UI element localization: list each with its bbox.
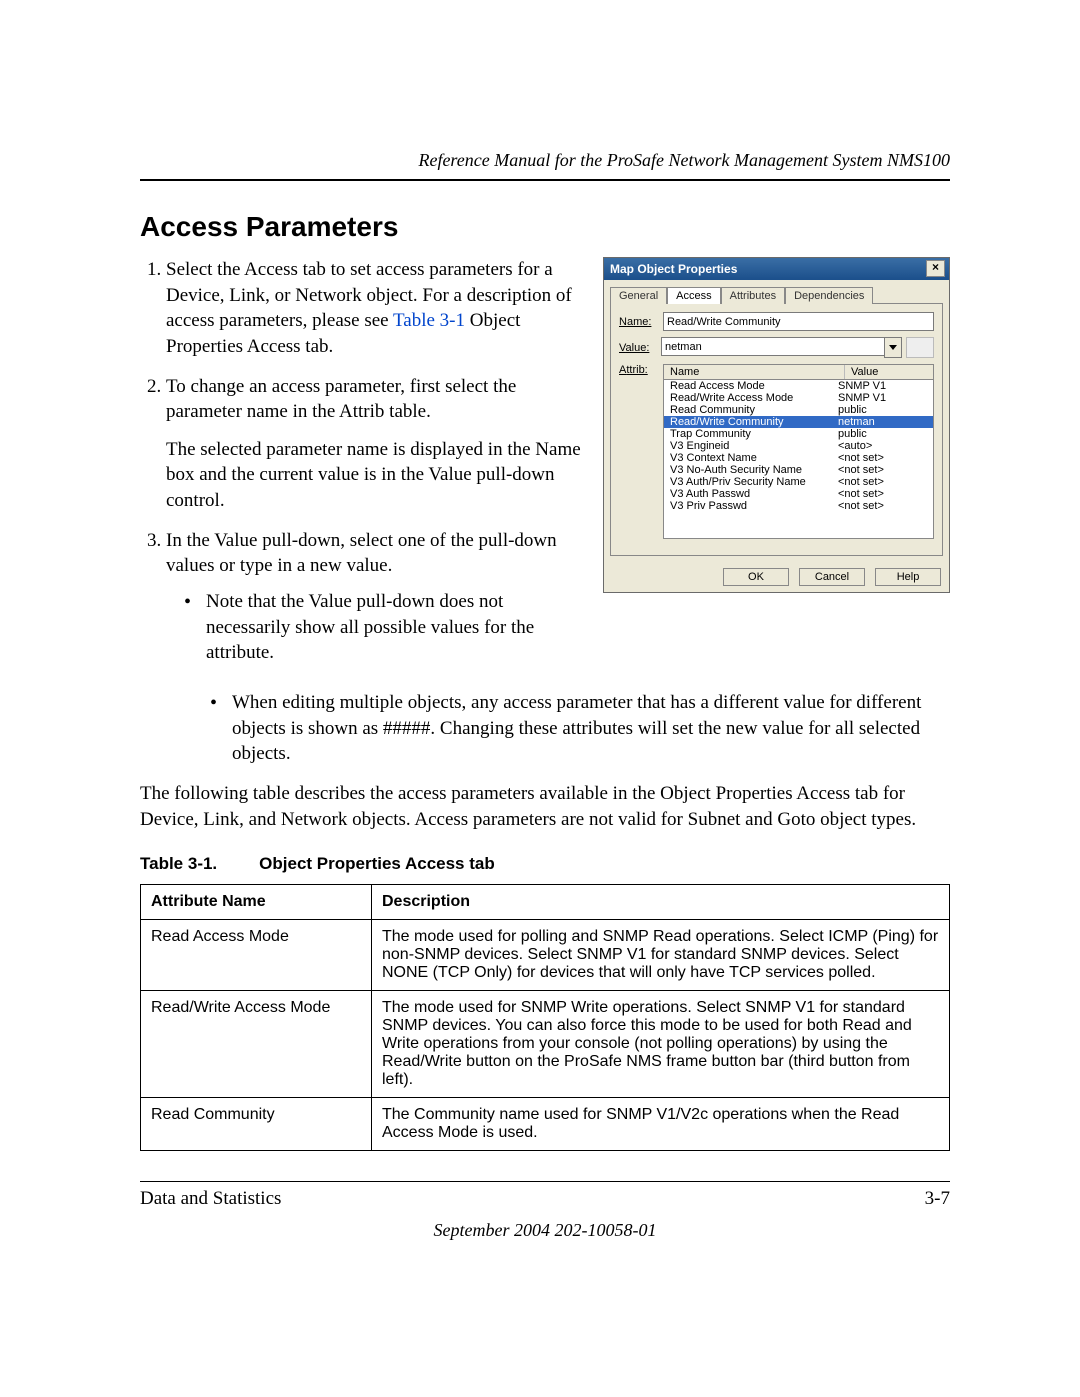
step-3-text: In the Value pull-down, select one of th… — [166, 530, 557, 577]
attrib-row[interactable]: Read Communitypublic — [664, 404, 933, 416]
attrib-row-name: V3 No-Auth Security Name — [670, 464, 838, 476]
attrib-row-value: public — [838, 428, 867, 440]
value-label: Value: — [619, 342, 657, 354]
dialog-tabs: General Access Attributes Dependencies — [604, 280, 949, 303]
table-header-desc: Description — [372, 885, 950, 920]
table-cell-name: Read/Write Access Mode — [141, 991, 372, 1098]
help-button[interactable]: Help — [875, 568, 941, 586]
attrib-row-name: Read/Write Community — [670, 416, 838, 428]
step-2-extra: The selected parameter name is displayed… — [166, 437, 581, 514]
chevron-down-icon — [889, 345, 897, 350]
footer-docline: September 2004 202-10058-01 — [140, 1220, 950, 1241]
table-caption-title: Object Properties Access tab — [259, 854, 495, 873]
step-2: To change an access parameter, first sel… — [166, 374, 581, 514]
attrib-row[interactable]: Read Access ModeSNMP V1 — [664, 380, 933, 392]
attrib-label: Attrib: — [619, 364, 657, 376]
table-header-name: Attribute Name — [141, 885, 372, 920]
attrib-list-header: Name Value — [663, 364, 934, 380]
attrib-row-value: <not set> — [838, 452, 884, 464]
attrib-row[interactable]: V3 Auth/Priv Security Name<not set> — [664, 476, 933, 488]
name-label: Name: — [619, 316, 657, 328]
name-field[interactable]: Read/Write Community — [663, 312, 934, 331]
footer-rule — [140, 1181, 950, 1182]
step-2-text: To change an access parameter, first sel… — [166, 376, 516, 423]
tab-dependencies[interactable]: Dependencies — [785, 287, 873, 304]
dialog-title: Map Object Properties — [610, 262, 737, 276]
attrib-row-value: public — [838, 404, 867, 416]
cancel-button[interactable]: Cancel — [799, 568, 865, 586]
attrib-row[interactable]: V3 Engineid<auto> — [664, 440, 933, 452]
attrib-row-value: netman — [838, 416, 875, 428]
value-field[interactable]: netman — [661, 337, 884, 356]
attrib-list[interactable]: Read Access ModeSNMP V1Read/Write Access… — [663, 380, 934, 539]
attrib-row[interactable]: Trap Communitypublic — [664, 428, 933, 440]
table-row: Read Access ModeThe mode used for pollin… — [141, 920, 950, 991]
table-caption-num: Table 3-1. — [140, 854, 217, 873]
attrib-row[interactable]: V3 No-Auth Security Name<not set> — [664, 464, 933, 476]
tab-attributes[interactable]: Attributes — [721, 287, 785, 304]
step-1: Select the Access tab to set access para… — [166, 257, 581, 360]
table-row: Read CommunityThe Community name used fo… — [141, 1098, 950, 1151]
header-rule — [140, 179, 950, 181]
table-row: Read/Write Access ModeThe mode used for … — [141, 991, 950, 1098]
dialog-titlebar: Map Object Properties × — [604, 258, 949, 280]
tab-general[interactable]: General — [610, 287, 667, 304]
attrib-row[interactable]: Read/Write Communitynetman — [664, 416, 933, 428]
attrib-row-name: Read Access Mode — [670, 380, 838, 392]
attrib-row-value: SNMP V1 — [838, 392, 886, 404]
tab-access[interactable]: Access — [667, 287, 720, 304]
running-head: Reference Manual for the ProSafe Network… — [140, 150, 950, 171]
attrib-row-name: V3 Priv Passwd — [670, 500, 838, 512]
attrib-row-value: <auto> — [838, 440, 872, 452]
attrib-row[interactable]: V3 Priv Passwd<not set> — [664, 500, 933, 512]
attrib-row-name: V3 Engineid — [670, 440, 838, 452]
value-aux-button[interactable] — [906, 337, 934, 358]
footer-right: 3-7 — [925, 1188, 950, 1210]
table-caption: Table 3-1. Object Properties Access tab — [140, 854, 950, 874]
attrib-row-value: <not set> — [838, 488, 884, 500]
table-cell-desc: The mode used for polling and SNMP Read … — [372, 920, 950, 991]
table-cell-name: Read Access Mode — [141, 920, 372, 991]
close-icon[interactable]: × — [926, 260, 945, 277]
attrib-header-value: Value — [845, 365, 933, 379]
attrib-row-name: V3 Auth/Priv Security Name — [670, 476, 838, 488]
footer-row: Data and Statistics 3-7 — [140, 1188, 950, 1210]
table-cell-desc: The mode used for SNMP Write operations.… — [372, 991, 950, 1098]
attrib-row-name: Trap Community — [670, 428, 838, 440]
step-3: In the Value pull-down, select one of th… — [166, 528, 581, 666]
map-object-properties-dialog: Map Object Properties × General Access A… — [603, 257, 950, 593]
access-panel: Name: Read/Write Community Value: netman… — [610, 303, 943, 556]
table-cell-name: Read Community — [141, 1098, 372, 1151]
section-title: Access Parameters — [140, 211, 950, 243]
object-properties-table: Attribute Name Description Read Access M… — [140, 884, 950, 1151]
attrib-row-name: Read/Write Access Mode — [670, 392, 838, 404]
attrib-row[interactable]: Read/Write Access ModeSNMP V1 — [664, 392, 933, 404]
bullet-2: When editing multiple objects, any acces… — [210, 690, 950, 767]
attrib-row-value: <not set> — [838, 476, 884, 488]
table-3-1-link[interactable]: Table 3-1 — [393, 310, 465, 331]
attrib-header-name: Name — [664, 365, 845, 379]
attrib-row-value: <not set> — [838, 464, 884, 476]
attrib-row-name: Read Community — [670, 404, 838, 416]
value-dropdown-button[interactable] — [884, 337, 902, 358]
page: Reference Manual for the ProSafe Network… — [0, 0, 1080, 1397]
ok-button[interactable]: OK — [723, 568, 789, 586]
attrib-row-name: V3 Auth Passwd — [670, 488, 838, 500]
paragraph-after-list: The following table describes the access… — [140, 781, 950, 832]
attrib-row[interactable]: V3 Context Name<not set> — [664, 452, 933, 464]
attrib-row-name: V3 Context Name — [670, 452, 838, 464]
attrib-row-value: SNMP V1 — [838, 380, 886, 392]
footer-left: Data and Statistics — [140, 1188, 281, 1210]
attrib-row-value: <not set> — [838, 500, 884, 512]
attrib-row[interactable]: V3 Auth Passwd<not set> — [664, 488, 933, 500]
table-cell-desc: The Community name used for SNMP V1/V2c … — [372, 1098, 950, 1151]
bullet-1: Note that the Value pull-down does not n… — [184, 589, 581, 666]
dialog-button-row: OK Cancel Help — [604, 562, 949, 592]
